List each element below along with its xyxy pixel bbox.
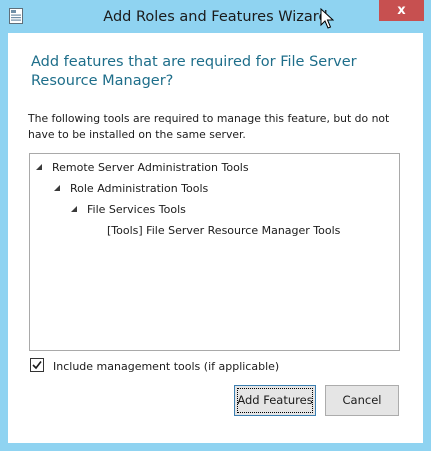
tree-item-file-services-tools[interactable]: File Services Tools [71,201,186,219]
dialog-client-area: Add features that are required for File … [8,33,423,443]
include-management-tools-checkbox[interactable] [30,358,44,372]
dialog-window: Add Roles and Features Wizard x Add feat… [0,0,431,451]
tree-item-label: File Services Tools [87,203,186,216]
expanded-arrow-icon[interactable] [54,185,60,191]
window-title: Add Roles and Features Wizard [103,9,328,25]
tree-item-label: [Tools] File Server Resource Manager Too… [107,224,341,237]
close-button[interactable]: x [379,0,424,21]
tree-item-label: Role Administration Tools [70,182,209,195]
dialog-heading: Add features that are required for File … [31,54,357,89]
checkmark-icon [32,361,42,370]
tree-item-remote-server-administration-tools[interactable]: Remote Server Administration Tools [36,159,249,177]
expanded-arrow-icon[interactable] [36,164,42,170]
mouse-cursor-icon [320,8,334,29]
include-management-tools-option[interactable]: Include management tools (if applicable) [30,358,279,374]
cancel-label: Cancel [342,393,382,407]
tree-item-role-administration-tools[interactable]: Role Administration Tools [54,180,208,198]
expanded-arrow-icon[interactable] [71,206,77,212]
tree-item-label: Remote Server Administration Tools [52,161,249,174]
tree-item-fsrm-tools[interactable]: [Tools] File Server Resource Manager Too… [107,222,340,240]
focus-rectangle [237,388,313,413]
dialog-description: The following tools are required to mana… [28,112,390,141]
cancel-button[interactable]: Cancel [325,385,399,416]
required-features-tree[interactable]: Remote Server Administration Tools Role … [29,153,400,351]
title-bar[interactable]: Add Roles and Features Wizard x [0,0,431,33]
add-features-button[interactable]: Add Features [234,385,316,416]
include-management-tools-label: Include management tools (if applicable) [53,360,280,373]
